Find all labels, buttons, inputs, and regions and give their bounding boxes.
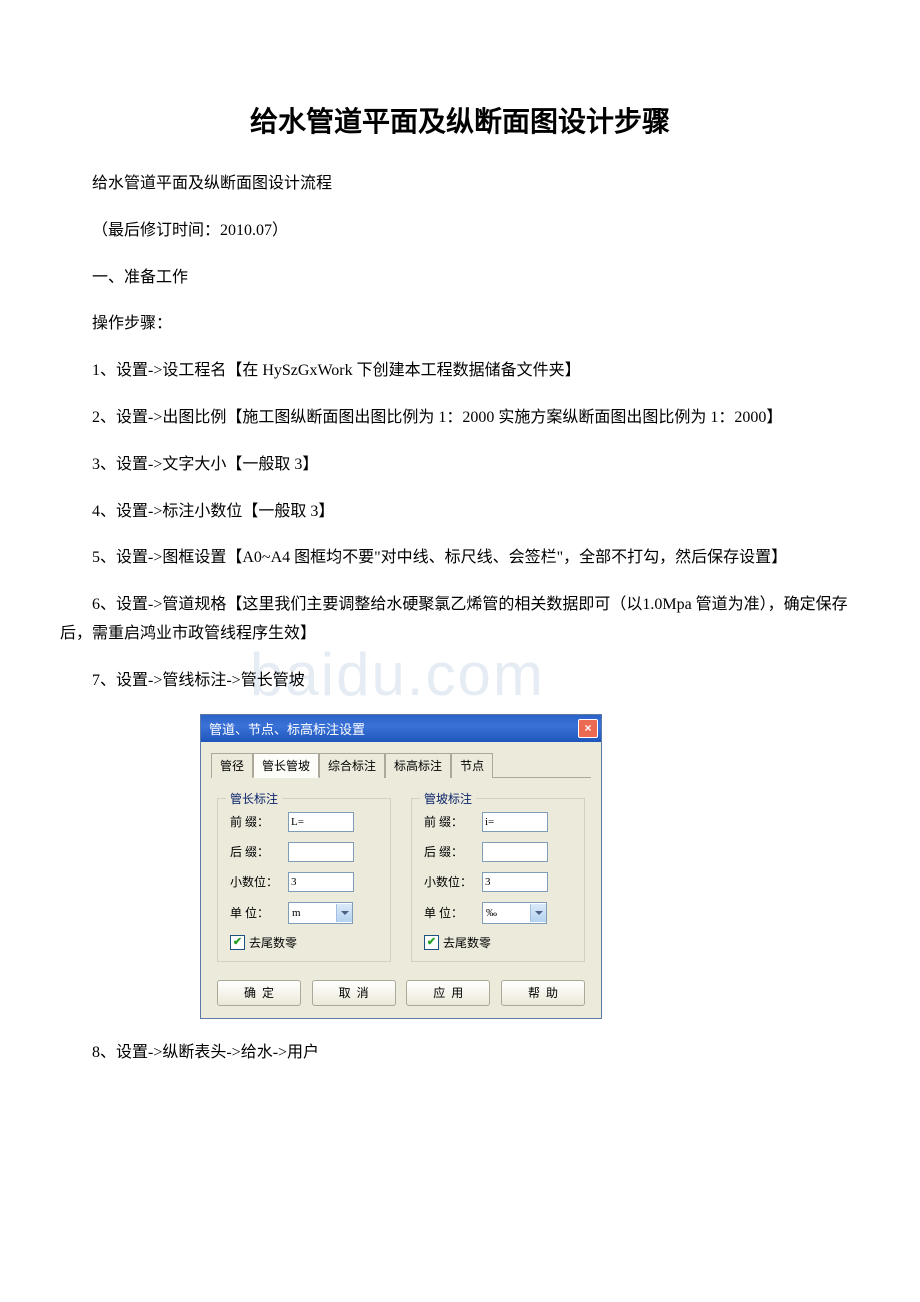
apply-button[interactable]: 应用 [406, 980, 490, 1006]
tab-node[interactable]: 节点 [451, 753, 493, 778]
slope-decimal-input[interactable] [482, 872, 548, 892]
length-unit-select[interactable]: m [288, 902, 353, 924]
checkbox-icon: ✔ [230, 935, 245, 950]
length-unit-value: m [292, 907, 301, 919]
chevron-down-icon [535, 911, 543, 915]
close-icon: × [584, 721, 591, 735]
revised-text: （最后修订时间：2010.07） [60, 217, 860, 246]
step-2: 2、设置->出图比例【施工图纵断面图出图比例为 1：2000 实施方案纵断面图出… [60, 404, 860, 433]
cancel-button[interactable]: 取消 [312, 980, 396, 1006]
ok-button[interactable]: 确定 [217, 980, 301, 1006]
tab-diameter[interactable]: 管径 [211, 753, 253, 778]
section-heading: 一、准备工作 [60, 264, 860, 293]
slope-trim-label: 去尾数零 [443, 934, 491, 951]
group-length: 管长标注 前 缀： 后 缀： 小数位： [217, 798, 391, 962]
tab-length-slope[interactable]: 管长管坡 [253, 753, 319, 778]
slope-unit-dropdown-button[interactable] [530, 904, 546, 922]
step-6: 6、设置->管道规格【这里我们主要调整给水硬聚氯乙烯管的相关数据即可（以1.0M… [60, 591, 860, 649]
close-button[interactable]: × [578, 719, 598, 738]
slope-suffix-input[interactable] [482, 842, 548, 862]
length-trim-checkbox[interactable]: ✔ 去尾数零 [230, 934, 378, 951]
page-title: 给水管道平面及纵断面图设计步骤 [60, 100, 860, 140]
slope-prefix-label: 前 缀： [424, 813, 482, 830]
step-5: 5、设置->图框设置【A0~A4 图框均不要"对中线、标尺线、会签栏"，全部不打… [60, 544, 860, 573]
step-8: 8、设置->纵断表头->给水->用户 [60, 1039, 860, 1068]
settings-dialog: 管道、节点、标高标注设置 × 管径 管长管坡 综合标注 标高标注 节点 [200, 714, 602, 1019]
length-suffix-input[interactable] [288, 842, 354, 862]
length-decimal-input[interactable] [288, 872, 354, 892]
slope-trim-checkbox[interactable]: ✔ 去尾数零 [424, 934, 572, 951]
length-unit-label: 单 位： [230, 904, 288, 921]
help-button[interactable]: 帮助 [501, 980, 585, 1006]
length-prefix-label: 前 缀： [230, 813, 288, 830]
group-slope-title: 管坡标注 [420, 790, 476, 807]
dialog-titlebar: 管道、节点、标高标注设置 × [201, 715, 601, 742]
slope-unit-label: 单 位： [424, 904, 482, 921]
group-slope: 管坡标注 前 缀： 后 缀： 小数位： [411, 798, 585, 962]
length-suffix-label: 后 缀： [230, 843, 288, 860]
slope-prefix-input[interactable] [482, 812, 548, 832]
length-trim-label: 去尾数零 [249, 934, 297, 951]
intro-text: 给水管道平面及纵断面图设计流程 [60, 170, 860, 199]
slope-unit-value: ‰ [486, 907, 497, 919]
ops-label: 操作步骤： [60, 310, 860, 339]
step-3: 3、设置->文字大小【一般取 3】 [60, 451, 860, 480]
tab-combined[interactable]: 综合标注 [319, 753, 385, 778]
step-4: 4、设置->标注小数位【一般取 3】 [60, 498, 860, 527]
tab-elevation[interactable]: 标高标注 [385, 753, 451, 778]
slope-suffix-label: 后 缀： [424, 843, 482, 860]
dialog-title: 管道、节点、标高标注设置 [209, 719, 365, 738]
length-prefix-input[interactable] [288, 812, 354, 832]
step-1: 1、设置->设工程名【在 HySzGxWork 下创建本工程数据储备文件夹】 [60, 357, 860, 386]
checkbox-icon: ✔ [424, 935, 439, 950]
group-length-title: 管长标注 [226, 790, 282, 807]
length-decimal-label: 小数位： [230, 873, 288, 890]
dialog-tabs: 管径 管长管坡 综合标注 标高标注 节点 [211, 752, 591, 778]
slope-unit-select[interactable]: ‰ [482, 902, 547, 924]
step-7: 7、设置->管线标注->管长管坡 [60, 667, 860, 696]
chevron-down-icon [341, 911, 349, 915]
slope-decimal-label: 小数位： [424, 873, 482, 890]
length-unit-dropdown-button[interactable] [336, 904, 352, 922]
